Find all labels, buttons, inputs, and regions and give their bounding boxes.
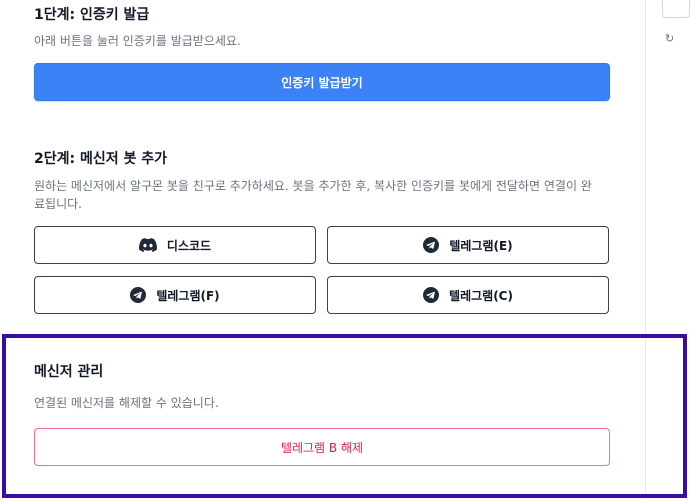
telegram-e-label: 텔레그램(E) bbox=[449, 238, 513, 253]
telegram-c-label: 텔레그램(C) bbox=[449, 288, 513, 303]
discord-label: 디스코드 bbox=[166, 238, 212, 253]
sidebar-chip[interactable] bbox=[662, 0, 690, 18]
step2-description-line1: 원하는 메신저에서 알구몬 봇을 친구로 추가하세요. 봇을 추가한 후, 복사… bbox=[34, 179, 592, 193]
reload-icon[interactable]: ↻ bbox=[665, 32, 674, 45]
manage-description: 연결된 메신저를 해제할 수 있습니다. bbox=[34, 396, 219, 410]
step2-title: 2단계: 메신저 봇 추가 bbox=[34, 151, 168, 167]
telegram-f-label: 텔레그램(F) bbox=[156, 288, 220, 303]
telegram-icon bbox=[423, 287, 440, 303]
issue-auth-key-button[interactable]: 인증키 발급받기 bbox=[34, 63, 610, 101]
discord-icon bbox=[138, 238, 157, 252]
telegram-icon bbox=[423, 237, 440, 253]
step1-description: 아래 버튼을 눌러 인증키를 발급받으세요. bbox=[34, 34, 241, 48]
manage-title: 메신저 관리 bbox=[34, 364, 104, 380]
telegram-f-button[interactable]: 텔레그램(F) bbox=[34, 276, 316, 314]
discord-button[interactable]: 디스코드 bbox=[34, 226, 316, 264]
messenger-management-section bbox=[2, 334, 687, 498]
disconnect-telegram-b-button[interactable]: 텔레그램 B 해제 bbox=[34, 428, 610, 466]
telegram-e-button[interactable]: 텔레그램(E) bbox=[327, 226, 609, 264]
telegram-icon bbox=[130, 287, 147, 303]
step1-title: 1단계: 인증키 발급 bbox=[34, 7, 150, 23]
telegram-c-button[interactable]: 텔레그램(C) bbox=[327, 276, 609, 314]
step2-description-line2: 료됩니다. bbox=[34, 197, 82, 211]
